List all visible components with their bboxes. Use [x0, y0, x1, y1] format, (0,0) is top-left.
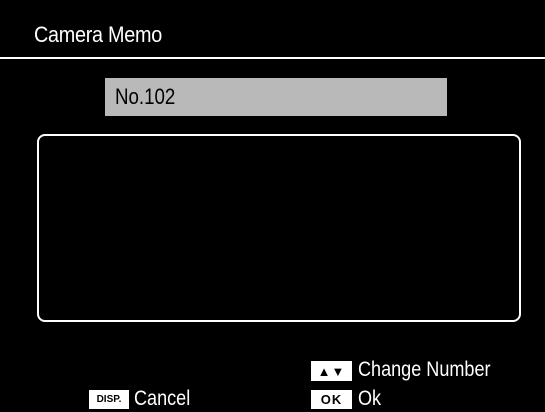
change-number-hint: Change Number	[358, 358, 491, 381]
memo-number-text: No.102	[115, 84, 176, 109]
disp-key-label: DISP.	[96, 394, 122, 405]
disp-key-icon[interactable]: DISP.	[89, 390, 129, 409]
title-divider	[0, 57, 545, 59]
memo-text-area[interactable]	[37, 134, 521, 322]
up-down-arrows-icon[interactable]: ▲▼	[311, 361, 352, 381]
ok-hint: Ok	[358, 387, 382, 410]
memo-number-field[interactable]: No.102	[105, 78, 447, 116]
title-bar: Camera Memo	[0, 0, 545, 60]
cancel-hint: Cancel	[134, 387, 191, 410]
ok-key-label: OK	[320, 392, 343, 407]
ok-key-icon[interactable]: OK	[311, 390, 352, 409]
page-title: Camera Memo	[34, 22, 162, 47]
up-down-key-label: ▲▼	[317, 363, 346, 379]
